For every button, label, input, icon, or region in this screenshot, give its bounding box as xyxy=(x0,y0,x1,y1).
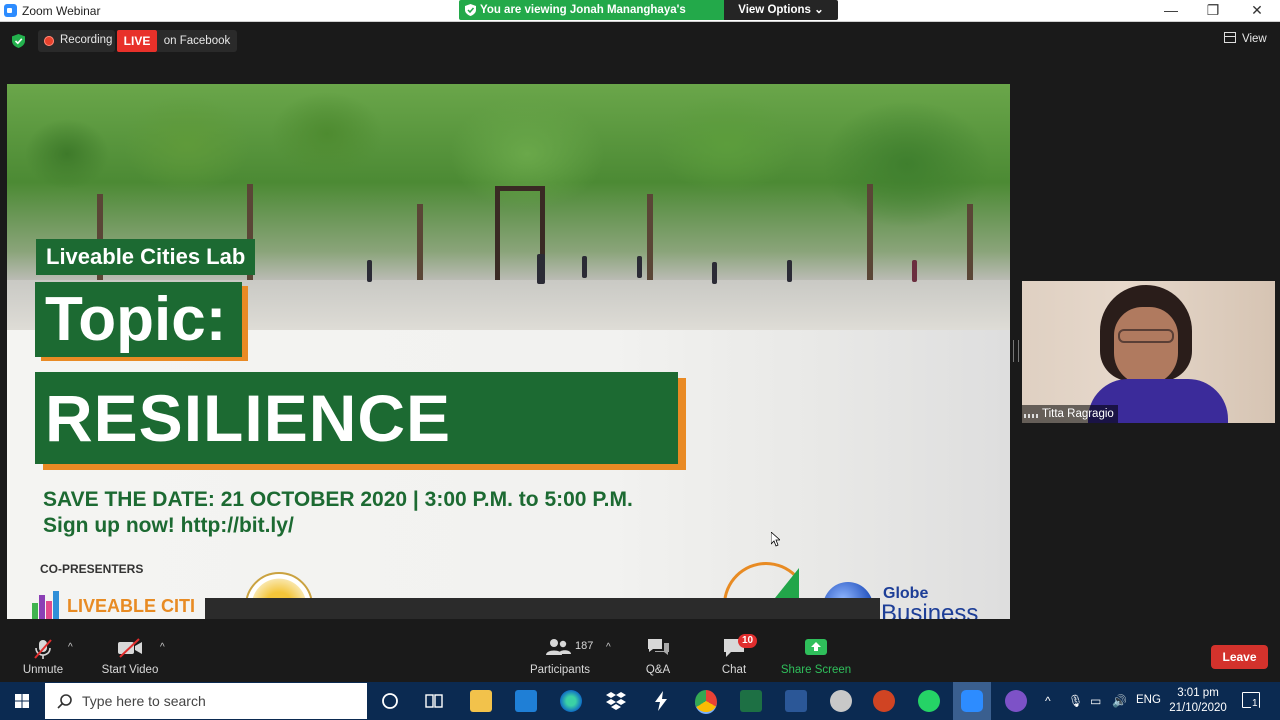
recording-dot-icon xyxy=(44,36,54,46)
participants-label: Participants xyxy=(529,664,591,676)
theme-heading: RESILIENCE xyxy=(35,372,678,464)
battery-icon[interactable]: ▭ xyxy=(1090,694,1101,708)
participants-options-caret[interactable]: ^ xyxy=(606,642,611,653)
recording-label: Recording xyxy=(60,34,113,46)
unmute-button[interactable]: Unmute xyxy=(14,620,72,682)
liveable-cities-logo-text: LIVEABLE CITI xyxy=(67,596,196,616)
zoom-taskbar-active[interactable] xyxy=(953,682,991,720)
start-video-button[interactable]: Start Video xyxy=(96,620,164,682)
recording-indicator[interactable]: Recording xyxy=(38,30,115,52)
live-badge[interactable]: LIVE xyxy=(117,30,157,52)
show-hidden-icons[interactable]: ^ xyxy=(1045,694,1051,708)
view-options-label: View Options xyxy=(738,4,811,16)
video-options-caret[interactable]: ^ xyxy=(160,642,165,653)
muted-microphone-icon xyxy=(34,639,52,659)
panel-resize-handle[interactable] xyxy=(1013,340,1019,362)
globe-logo-subtext: Business xyxy=(881,600,979,619)
chevron-down-icon: ⌄ xyxy=(814,4,824,16)
edge-browser-icon[interactable] xyxy=(560,690,582,712)
livestream-platform[interactable]: on Facebook xyxy=(157,30,237,52)
system-clock[interactable]: 3:01 pm 21/10/2020 xyxy=(1168,686,1228,716)
chat-unread-badge: 10 xyxy=(738,634,758,648)
file-explorer-icon[interactable] xyxy=(470,690,492,712)
powerpoint-icon[interactable] xyxy=(873,690,895,712)
screen-share-banner: You are viewing Jonah Mananghaya's scree… xyxy=(459,0,724,36)
signup-text: Sign up now! http://bit.ly/ xyxy=(43,514,294,537)
chat-button[interactable]: Chat xyxy=(712,620,756,682)
view-options-button[interactable]: View Options ⌄ xyxy=(724,0,838,20)
paint-icon[interactable] xyxy=(830,690,852,712)
save-the-date-text: SAVE THE DATE: 21 OCTOBER 2020 | 3:00 P.… xyxy=(43,488,633,511)
participants-button[interactable]: 187 Participants xyxy=(528,620,594,682)
bolt-app-icon[interactable] xyxy=(650,690,672,712)
close-button[interactable]: ✕ xyxy=(1236,0,1278,21)
cortana-icon[interactable] xyxy=(381,692,399,710)
meeting-controls-bar: Unmute ^ Start Video ^ 187 Participants … xyxy=(0,620,1280,682)
zoom-taskbar-icon xyxy=(961,690,983,712)
topic-heading: Topic: xyxy=(35,282,242,357)
participants-count: 187 xyxy=(575,640,594,652)
participant-face xyxy=(1114,307,1178,385)
volume-icon[interactable]: 🔊 xyxy=(1112,694,1127,708)
zoom-app-icon xyxy=(4,4,17,17)
excel-icon[interactable] xyxy=(740,690,762,712)
notification-count: 1 xyxy=(1251,698,1259,709)
clock-time: 3:01 pm xyxy=(1177,687,1219,699)
participants-icon xyxy=(546,639,571,655)
word-icon[interactable] xyxy=(785,690,807,712)
participant-video-tile[interactable]: Titta Ragragio xyxy=(1022,281,1275,423)
audio-options-caret[interactable]: ^ xyxy=(68,642,73,653)
chat-label: Chat xyxy=(721,664,747,676)
view-label: View xyxy=(1242,33,1267,45)
clock-date: 21/10/2020 xyxy=(1169,702,1227,714)
leave-button[interactable]: Leave xyxy=(1211,645,1268,669)
taskbar-search-box[interactable]: Type here to search xyxy=(45,683,367,719)
microphone-tray-icon[interactable]: 🎙 xyxy=(1068,694,1083,708)
window-title: Zoom Webinar xyxy=(22,4,101,18)
dropbox-icon[interactable] xyxy=(605,690,627,712)
viber-icon[interactable] xyxy=(1005,690,1027,712)
share-screen-icon xyxy=(805,639,827,655)
mouse-cursor-icon xyxy=(771,532,780,547)
share-screen-button[interactable]: Share Screen xyxy=(780,620,852,682)
search-placeholder: Type here to search xyxy=(82,693,206,709)
language-indicator[interactable]: ENG xyxy=(1136,694,1161,706)
share-screen-label: Share Screen xyxy=(780,664,852,676)
participant-glasses xyxy=(1118,329,1174,343)
unmute-label: Unmute xyxy=(22,664,64,676)
qa-button[interactable]: Q&A xyxy=(634,620,682,682)
minimize-button[interactable]: — xyxy=(1150,0,1192,21)
search-icon xyxy=(57,694,72,709)
participant-name: Titta Ragragio xyxy=(1042,408,1114,420)
participant-name-label: Titta Ragragio xyxy=(1022,405,1118,423)
restore-button[interactable]: ❐ xyxy=(1192,0,1234,21)
partner-logo-triangle xyxy=(775,568,799,598)
qa-label: Q&A xyxy=(645,664,671,676)
video-off-icon xyxy=(118,638,142,658)
view-button[interactable]: View xyxy=(1224,32,1267,45)
chrome-icon[interactable] xyxy=(695,690,717,714)
shield-check-icon xyxy=(465,4,476,16)
task-view-icon[interactable] xyxy=(425,692,443,710)
lab-title: Liveable Cities Lab xyxy=(36,239,256,275)
encryption-shield-icon[interactable] xyxy=(12,34,25,48)
mail-icon[interactable] xyxy=(515,690,537,712)
grid-view-icon xyxy=(1224,32,1236,43)
slide-bottom-bar xyxy=(205,598,880,619)
start-video-label: Start Video xyxy=(101,664,159,676)
shared-screen: Liveable Cities Lab Topic: RESILIENCE SA… xyxy=(7,84,1010,619)
qa-icon xyxy=(648,639,669,655)
notifications-icon[interactable]: 1 xyxy=(1242,692,1260,709)
whatsapp-icon[interactable] xyxy=(918,690,940,712)
copresenters-label: CO-PRESENTERS xyxy=(40,562,144,576)
windows-start-icon[interactable] xyxy=(0,682,44,720)
signal-strength-icon xyxy=(1024,408,1038,418)
